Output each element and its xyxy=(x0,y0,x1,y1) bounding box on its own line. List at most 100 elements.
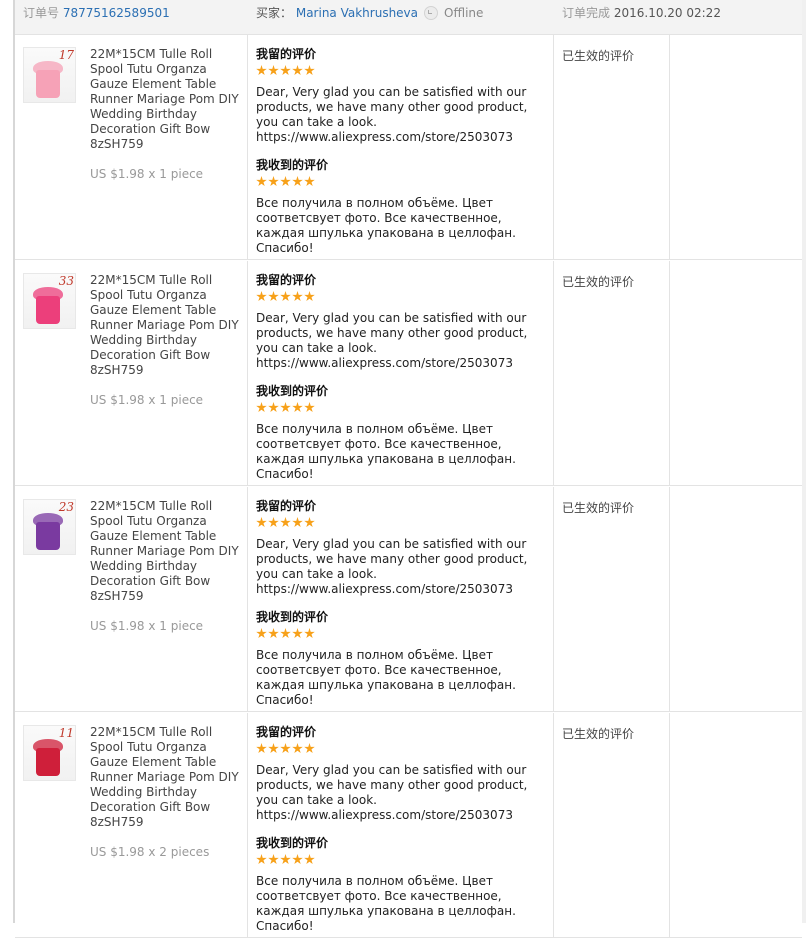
order-header: 订单号 78775162589501 买家： Marina Vakhrushev… xyxy=(15,0,802,35)
star-icon xyxy=(256,854,267,865)
star-icon xyxy=(268,65,279,76)
buyer-label: 买家： xyxy=(256,6,293,20)
product-title[interactable]: 22M*15CM Tulle Roll Spool Tutu Organza G… xyxy=(90,725,245,830)
thumbnail-color-number: 23 xyxy=(58,500,74,514)
star-icon xyxy=(256,628,267,639)
received-review-text: Все получила в полном объёме. Цвет соотв… xyxy=(256,648,516,707)
column-divider xyxy=(553,713,554,937)
right-border xyxy=(802,0,806,923)
tulle-spool xyxy=(36,296,60,324)
star-icon xyxy=(304,65,315,76)
column-divider xyxy=(669,487,670,711)
star-icon xyxy=(280,291,291,302)
order-item-row: 23 22M*15CM Tulle Roll Spool Tutu Organz… xyxy=(15,487,802,712)
column-divider xyxy=(669,261,670,485)
product-title[interactable]: 22M*15CM Tulle Roll Spool Tutu Organza G… xyxy=(90,47,245,152)
review-status: 已生效的评价 xyxy=(562,727,635,741)
star-icon xyxy=(292,743,303,754)
column-divider xyxy=(669,713,670,937)
star-icon xyxy=(304,743,315,754)
review-status: 已生效的评价 xyxy=(562,49,635,63)
order-item-row: 17 22M*15CM Tulle Roll Spool Tutu Organz… xyxy=(15,35,802,260)
column-divider xyxy=(669,35,670,259)
review-status: 已生效的评价 xyxy=(562,275,635,289)
order-complete-time: 2016.10.20 02:22 xyxy=(613,6,721,20)
product-title[interactable]: 22M*15CM Tulle Roll Spool Tutu Organza G… xyxy=(90,499,245,604)
received-rating-stars xyxy=(256,176,548,187)
column-divider xyxy=(247,487,248,711)
star-icon xyxy=(268,517,279,528)
column-divider xyxy=(247,35,248,259)
my-review-text: Dear, Very glad you can be satisfied wit… xyxy=(256,311,528,370)
star-icon xyxy=(256,65,267,76)
received-review-text: Все получила в полном объёме. Цвет соотв… xyxy=(256,422,516,481)
order-item-row: 33 22M*15CM Tulle Roll Spool Tutu Organz… xyxy=(15,261,802,486)
column-divider xyxy=(553,487,554,711)
order-number-label: 订单号 xyxy=(23,6,60,20)
star-icon xyxy=(292,65,303,76)
star-icon xyxy=(292,291,303,302)
star-icon xyxy=(304,176,315,187)
product-price: US $1.98 x 1 piece xyxy=(90,393,204,407)
star-icon xyxy=(292,517,303,528)
column-divider xyxy=(247,261,248,485)
star-icon xyxy=(292,628,303,639)
product-thumbnail[interactable]: 17 xyxy=(23,47,76,103)
received-rating-stars xyxy=(256,628,548,639)
star-icon xyxy=(280,743,291,754)
product-price: US $1.98 x 1 piece xyxy=(90,167,204,181)
buyer-cell: 买家： Marina Vakhrusheva Offline xyxy=(256,0,483,26)
star-icon xyxy=(304,291,315,302)
my-review-heading: 我留的评价 xyxy=(256,47,317,61)
thumbnail-color-number: 17 xyxy=(58,48,74,62)
received-rating-stars xyxy=(256,854,548,865)
my-review-text: Dear, Very glad you can be satisfied wit… xyxy=(256,537,528,596)
star-icon xyxy=(280,628,291,639)
tulle-spool xyxy=(36,748,60,776)
received-review-heading: 我收到的评价 xyxy=(256,384,329,398)
order-complete-cell: 订单完成 2016.10.20 02:22 xyxy=(562,0,721,26)
order-number-link[interactable]: 78775162589501 xyxy=(63,6,170,20)
star-icon xyxy=(292,402,303,413)
tulle-spool xyxy=(36,70,60,98)
star-icon xyxy=(280,854,291,865)
my-review-heading: 我留的评价 xyxy=(256,273,317,287)
star-icon xyxy=(304,402,315,413)
star-icon xyxy=(268,854,279,865)
review-column: 我留的评价 Dear, Very glad you can be satisfi… xyxy=(256,47,548,256)
product-title[interactable]: 22M*15CM Tulle Roll Spool Tutu Organza G… xyxy=(90,273,245,378)
chat-status-icon[interactable] xyxy=(424,6,439,20)
received-review-heading: 我收到的评价 xyxy=(256,610,329,624)
my-review-heading: 我留的评价 xyxy=(256,499,317,513)
tulle-spool xyxy=(36,522,60,550)
my-review-text: Dear, Very glad you can be satisfied wit… xyxy=(256,85,528,144)
order-item-row: 11 22M*15CM Tulle Roll Spool Tutu Organz… xyxy=(15,713,802,938)
thumbnail-color-number: 11 xyxy=(58,726,74,740)
buyer-online-status: Offline xyxy=(444,6,484,20)
received-review-text: Все получила в полном объёме. Цвет соотв… xyxy=(256,196,516,255)
star-icon xyxy=(304,628,315,639)
received-review-heading: 我收到的评价 xyxy=(256,836,329,850)
column-divider xyxy=(553,261,554,485)
star-icon xyxy=(280,65,291,76)
product-price: US $1.98 x 1 piece xyxy=(90,619,204,633)
product-thumbnail[interactable]: 11 xyxy=(23,725,76,781)
star-icon xyxy=(268,402,279,413)
my-rating-stars xyxy=(256,65,548,76)
order-number-cell: 订单号 78775162589501 xyxy=(23,0,170,26)
star-icon xyxy=(256,291,267,302)
star-icon xyxy=(256,517,267,528)
buyer-name-link[interactable]: Marina Vakhrusheva xyxy=(296,6,418,20)
my-rating-stars xyxy=(256,291,548,302)
review-column: 我留的评价 Dear, Very glad you can be satisfi… xyxy=(256,499,548,708)
product-thumbnail[interactable]: 23 xyxy=(23,499,76,555)
received-rating-stars xyxy=(256,402,548,413)
star-icon xyxy=(280,176,291,187)
star-icon xyxy=(304,517,315,528)
my-review-heading: 我留的评价 xyxy=(256,725,317,739)
product-thumbnail[interactable]: 33 xyxy=(23,273,76,329)
star-icon xyxy=(280,402,291,413)
review-column: 我留的评价 Dear, Very glad you can be satisfi… xyxy=(256,273,548,482)
star-icon xyxy=(304,854,315,865)
column-divider xyxy=(247,713,248,937)
